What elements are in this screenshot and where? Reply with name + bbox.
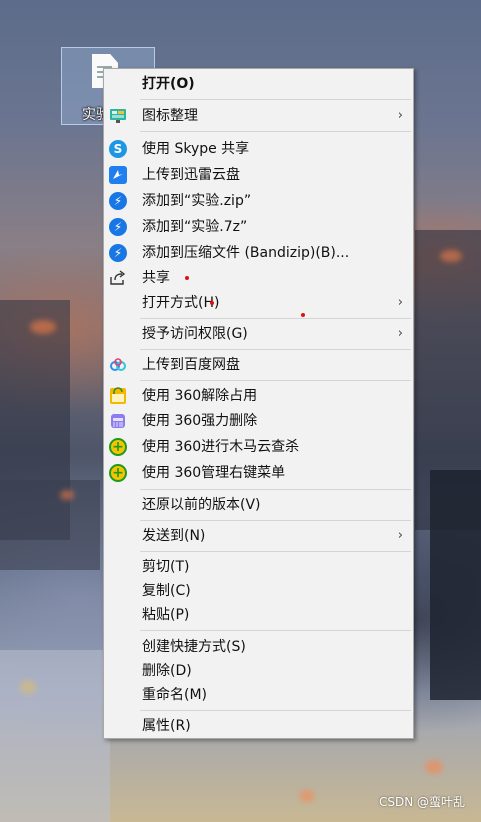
- menu-item-restore-versions[interactable]: 还原以前的版本(V): [104, 493, 413, 517]
- xunlei-bird-icon: [109, 166, 127, 184]
- submenu-arrow-icon: ›: [397, 326, 403, 341]
- context-menu: 打开(O) 图标整理 › S 使用 Skype 共享 上传到迅雷云盘 ⚡ 添加到…: [103, 68, 414, 739]
- menu-separator: [140, 380, 411, 381]
- menu-item-label: 图标整理: [142, 108, 198, 124]
- red-marker-dot: [210, 301, 214, 305]
- menu-item-baidu-upload[interactable]: 上传到百度网盘: [104, 353, 413, 377]
- menu-item-rename[interactable]: 重命名(M): [104, 683, 413, 707]
- menu-item-delete[interactable]: 删除(D): [104, 659, 413, 683]
- menu-item-send-to[interactable]: 发送到(N) ›: [104, 524, 413, 548]
- csdn-watermark: CSDN @蛮叶乱: [378, 795, 465, 809]
- menu-separator: [140, 489, 411, 490]
- 360-plus-icon: +: [109, 438, 127, 456]
- submenu-arrow-icon: ›: [397, 295, 403, 310]
- menu-item-360-force-delete[interactable]: 使用 360强力删除: [104, 409, 413, 433]
- menu-item-label: 删除(D): [142, 663, 192, 679]
- share-icon: [109, 269, 127, 287]
- menu-item-label: 添加到“实验.zip”: [142, 193, 252, 209]
- menu-item-label: 创建快捷方式(S): [142, 639, 246, 655]
- menu-separator: [140, 710, 411, 711]
- 360-unlock-icon: [109, 387, 127, 405]
- menu-item-icon-arrange[interactable]: 图标整理 ›: [104, 104, 413, 128]
- menu-item-properties[interactable]: 属性(R): [104, 714, 413, 738]
- menu-item-label: 使用 360进行木马云查杀: [142, 439, 300, 455]
- menu-item-add-zip[interactable]: ⚡ 添加到“实验.zip”: [104, 189, 413, 213]
- menu-item-label: 复制(C): [142, 583, 191, 599]
- monitor-icon: [109, 107, 127, 125]
- menu-item-label: 使用 Skype 共享: [142, 141, 250, 157]
- submenu-arrow-icon: ›: [397, 108, 403, 123]
- menu-separator: [140, 349, 411, 350]
- menu-item-label: 属性(R): [142, 718, 191, 734]
- menu-item-label: 发送到(N): [142, 528, 206, 544]
- red-marker-dot: [301, 313, 305, 317]
- menu-item-label: 使用 360管理右键菜单: [142, 465, 286, 481]
- menu-item-label: 粘贴(P): [142, 607, 190, 623]
- submenu-arrow-icon: ›: [397, 528, 403, 543]
- bandizip-icon: ⚡: [109, 218, 127, 236]
- menu-item-label: 上传到迅雷云盘: [142, 167, 240, 183]
- menu-separator: [140, 99, 411, 100]
- menu-item-share[interactable]: 共享: [104, 266, 413, 290]
- menu-item-360-trojan-scan[interactable]: + 使用 360进行木马云查杀: [104, 435, 413, 459]
- menu-item-grant-access[interactable]: 授予访问权限(G) ›: [104, 322, 413, 346]
- menu-item-label: 使用 360解除占用: [142, 388, 258, 404]
- menu-item-label: 上传到百度网盘: [142, 357, 240, 373]
- menu-item-paste[interactable]: 粘贴(P): [104, 603, 413, 627]
- menu-item-cut[interactable]: 剪切(T): [104, 555, 413, 579]
- bandizip-icon: ⚡: [109, 244, 127, 262]
- menu-separator: [140, 551, 411, 552]
- menu-item-create-shortcut[interactable]: 创建快捷方式(S): [104, 635, 413, 659]
- menu-item-open[interactable]: 打开(O): [104, 72, 413, 96]
- menu-item-label: 授予访问权限(G): [142, 326, 248, 342]
- menu-item-skype-share[interactable]: S 使用 Skype 共享: [104, 137, 413, 161]
- 360-shredder-icon: [109, 412, 127, 430]
- menu-item-label: 添加到压缩文件 (Bandizip)(B)...: [142, 245, 350, 261]
- menu-separator: [140, 520, 411, 521]
- 360-plus-icon: +: [109, 464, 127, 482]
- menu-item-label: 使用 360强力删除: [142, 413, 258, 429]
- menu-item-copy[interactable]: 复制(C): [104, 579, 413, 603]
- menu-item-360-manage-menu[interactable]: + 使用 360管理右键菜单: [104, 461, 413, 485]
- menu-item-label: 重命名(M): [142, 687, 208, 703]
- menu-item-add-7z[interactable]: ⚡ 添加到“实验.7z”: [104, 215, 413, 239]
- menu-item-label: 打开(O): [142, 76, 195, 92]
- menu-item-label: 共享: [142, 270, 170, 286]
- menu-item-add-bandizip[interactable]: ⚡ 添加到压缩文件 (Bandizip)(B)...: [104, 241, 413, 265]
- menu-item-label: 还原以前的版本(V): [142, 497, 261, 513]
- baidu-netdisk-icon: [109, 356, 127, 374]
- menu-separator: [140, 318, 411, 319]
- menu-separator: [140, 131, 411, 132]
- menu-item-xunlei-upload[interactable]: 上传到迅雷云盘: [104, 163, 413, 280]
- skype-icon: S: [109, 140, 127, 158]
- menu-item-label: 添加到“实验.7z”: [142, 219, 248, 235]
- menu-item-open-with[interactable]: 打开方式(H) ›: [104, 291, 413, 315]
- bandizip-icon: ⚡: [109, 192, 127, 210]
- menu-item-label: 剪切(T): [142, 559, 190, 575]
- menu-item-360-unlock[interactable]: 使用 360解除占用: [104, 384, 413, 408]
- menu-item-label: 打开方式(H): [142, 295, 220, 311]
- menu-separator: [140, 630, 411, 631]
